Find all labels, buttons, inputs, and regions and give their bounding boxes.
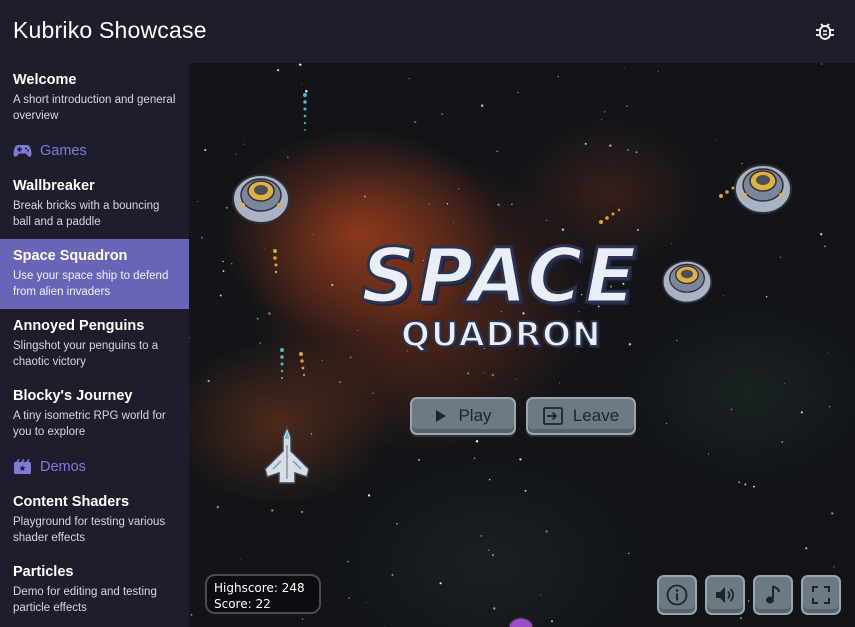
game-logo: SPACE QUADRON: [360, 230, 671, 361]
sidebar-item-desc: A tiny isometric RPG world for you to ex…: [13, 410, 166, 438]
sidebar-item-title: Content Shaders: [13, 494, 130, 510]
enemy-ship-partial: [508, 617, 534, 627]
leave-icon: [542, 407, 563, 425]
sidebar-item-title: Blocky's Journey: [13, 388, 133, 404]
fullscreen-button[interactable]: [801, 575, 841, 615]
play-button[interactable]: Play: [410, 397, 516, 435]
logo-title-line1: SPACE: [360, 230, 639, 322]
sidebar-item-desc: Demo for editing and testing particle ef…: [13, 586, 157, 614]
sidebar-item-blockys-journey[interactable]: Blocky's Journey A tiny isometric RPG wo…: [0, 379, 189, 449]
sidebar-item-title: Wallbreaker: [13, 178, 95, 194]
sidebar-item-desc: Playground for testing various shader ef…: [13, 516, 166, 544]
sidebar-item-title: Annoyed Penguins: [13, 318, 145, 334]
game-canvas[interactable]: SPACE QUADRON Play Leave Highscore: 248 …: [189, 63, 855, 627]
player-ship: [264, 425, 310, 484]
section-games: Games: [13, 141, 87, 161]
section-demos: Demos: [13, 457, 86, 477]
sidebar-item-content-shaders[interactable]: Content Shaders Playground for testing v…: [0, 485, 189, 555]
gamepad-icon: [13, 145, 32, 157]
music-icon: [766, 585, 780, 604]
app-title: Kubriko Showcase: [13, 17, 207, 43]
play-icon: [436, 410, 447, 422]
top-bar: Kubriko Showcase: [0, 0, 855, 63]
sidebar-item-desc: Slingshot your penguins to a chaotic vic…: [13, 340, 159, 368]
sidebar-item-wallbreaker[interactable]: Wallbreaker Break bricks with a bouncing…: [0, 169, 189, 239]
leave-button[interactable]: Leave: [526, 397, 636, 435]
section-label: Demos: [40, 459, 86, 475]
sidebar-item-title: Space Squadron: [13, 248, 128, 264]
sidebar-item-desc: Break bricks with a bouncing ball and a …: [13, 200, 160, 228]
sidebar: Welcome A short introduction and general…: [0, 63, 189, 627]
bug-icon[interactable]: [814, 20, 836, 42]
info-icon: [666, 584, 688, 606]
sidebar-item-desc: Use your space ship to defend from alien…: [13, 270, 169, 298]
leave-button-label: Leave: [572, 406, 620, 425]
fullscreen-icon: [812, 586, 830, 604]
sidebar-item-particles[interactable]: Particles Demo for editing and testing p…: [0, 555, 189, 625]
section-label: Games: [40, 143, 87, 159]
sidebar-item-space-squadron[interactable]: Space Squadron Use your space ship to de…: [0, 239, 189, 309]
sidebar-item-title: Welcome: [13, 72, 77, 88]
highscore-text: Highscore: 248: [214, 581, 305, 595]
play-button-label: Play: [458, 406, 492, 425]
logo-title-line2: QUADRON: [400, 314, 602, 356]
music-button[interactable]: [753, 575, 793, 615]
score-panel: Highscore: 248 Score: 22: [205, 574, 321, 614]
sidebar-item-desc: A short introduction and general overvie…: [13, 94, 176, 122]
volume-button[interactable]: [705, 575, 745, 615]
volume-icon: [716, 587, 735, 603]
info-button[interactable]: [657, 575, 697, 615]
score-text: Score: 22: [214, 597, 271, 611]
sidebar-item-welcome[interactable]: Welcome A short introduction and general…: [0, 63, 189, 133]
sidebar-item-annoyed-penguins[interactable]: Annoyed Penguins Slingshot your penguins…: [0, 309, 189, 379]
demos-icon: [14, 459, 31, 474]
sidebar-item-title: Particles: [13, 564, 74, 580]
